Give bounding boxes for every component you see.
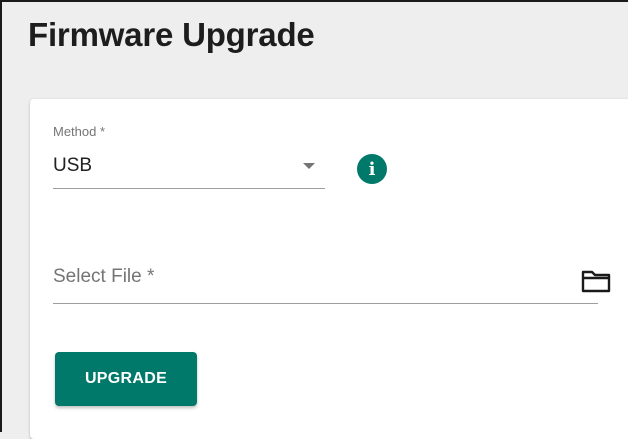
method-select[interactable]: Method * USB xyxy=(53,124,325,190)
select-file-field[interactable]: Select File * xyxy=(53,259,611,305)
method-underline xyxy=(53,188,325,189)
page-title: Firmware Upgrade xyxy=(28,16,315,53)
method-selected-value[interactable]: USB xyxy=(53,155,92,177)
method-label: Method * xyxy=(53,124,106,139)
select-file-placeholder: Select File * xyxy=(53,266,155,287)
folder-icon[interactable] xyxy=(581,269,611,293)
file-underline xyxy=(53,303,598,304)
info-icon[interactable]: i xyxy=(357,154,387,184)
arrow-drop-down-icon[interactable] xyxy=(303,163,315,169)
upgrade-button[interactable]: UPGRADE xyxy=(55,352,197,406)
firmware-upgrade-card: Method * USB i Select File * UPGRADE xyxy=(30,99,628,439)
